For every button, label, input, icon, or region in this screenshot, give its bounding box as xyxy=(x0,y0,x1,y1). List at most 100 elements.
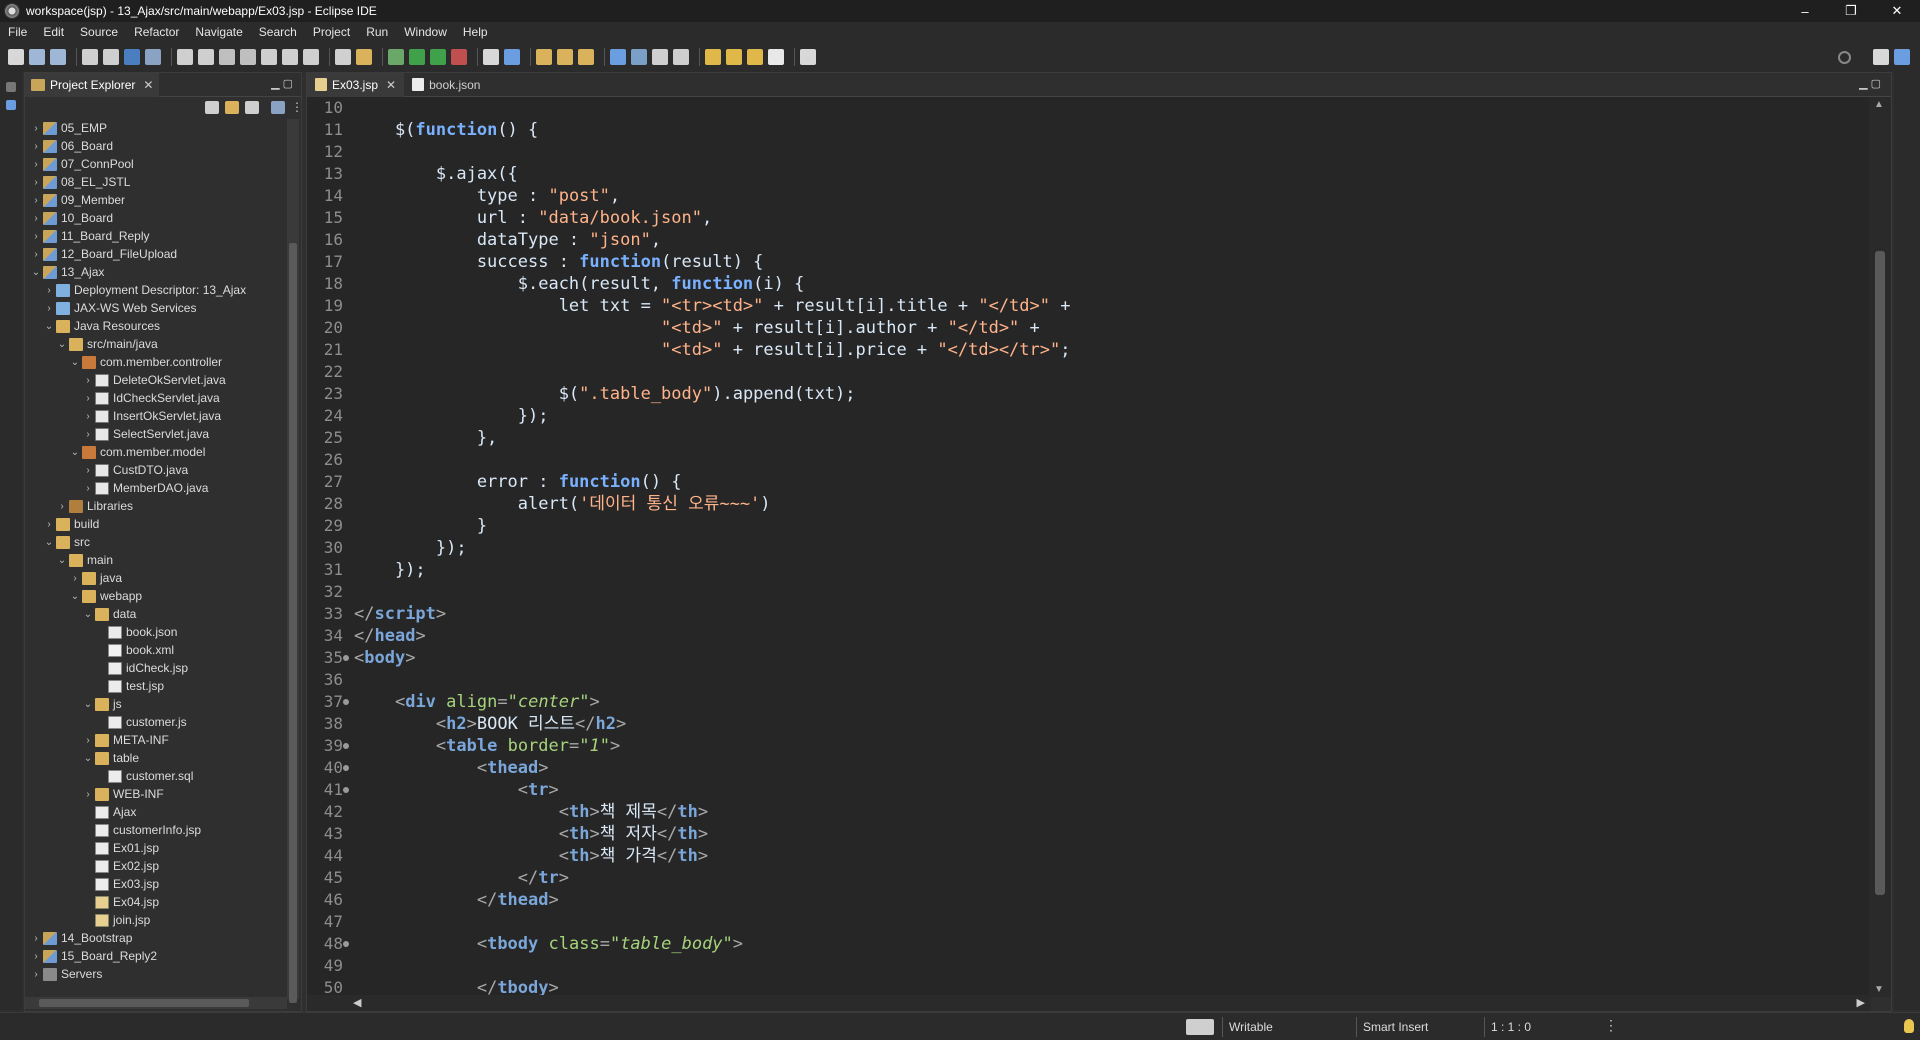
tree-item[interactable]: › 08_EL_JSTL xyxy=(25,173,287,191)
status-more-icon[interactable]: ⋮ xyxy=(1604,1017,1618,1034)
tree-item[interactable]: Ex03.jsp xyxy=(25,875,287,893)
code-line[interactable]: 37 <div align="center"> xyxy=(307,691,1869,713)
back-icon[interactable] xyxy=(747,49,763,65)
menu-project[interactable]: Project xyxy=(305,25,358,39)
java-ee-perspective-icon[interactable] xyxy=(1894,49,1910,65)
tree-item[interactable]: › JAX-WS Web Services xyxy=(25,299,287,317)
expand-arrow-icon[interactable]: › xyxy=(81,411,95,422)
code-line[interactable]: 18 $.each(result, function(i) { xyxy=(307,273,1869,295)
expand-arrow-icon[interactable]: › xyxy=(29,951,43,962)
view-menu-icon[interactable]: ⋮ xyxy=(291,101,303,114)
code-line[interactable]: 22 xyxy=(307,361,1869,383)
close-view-icon[interactable]: ✕ xyxy=(143,78,153,92)
code-line[interactable]: 41 <tr> xyxy=(307,779,1869,801)
redo-icon[interactable] xyxy=(103,49,119,65)
tree-item[interactable]: ⌄ webapp xyxy=(25,587,287,605)
tree-item[interactable]: ⌄ main xyxy=(25,551,287,569)
code-editor[interactable]: 10 11 $(function() {12 13 $.ajax({14 type … xyxy=(307,97,1869,997)
tree-item[interactable]: › java xyxy=(25,569,287,587)
code-line[interactable]: 14 type : "post", xyxy=(307,185,1869,207)
open-console-icon[interactable] xyxy=(800,49,816,65)
collapse-arrow-icon[interactable]: ⌄ xyxy=(55,339,69,350)
tree-item[interactable]: book.xml xyxy=(25,641,287,659)
tree-item[interactable]: › 05_EMP xyxy=(25,119,287,137)
minimize-maximize-icon[interactable]: ▁ ▢ xyxy=(1859,77,1881,90)
expand-arrow-icon[interactable]: › xyxy=(29,159,43,170)
editor-horizontal-scrollbar[interactable]: ◀ ▶ xyxy=(307,995,1871,1011)
tree-item[interactable]: › 09_Member xyxy=(25,191,287,209)
resume-icon[interactable] xyxy=(177,49,193,65)
open-perspective-icon[interactable] xyxy=(335,49,351,65)
collapse-arrow-icon[interactable]: ⌄ xyxy=(42,537,56,548)
tab-ex03-jsp[interactable]: Ex03.jsp ✕ xyxy=(307,72,405,97)
tree-item[interactable]: Ex01.jsp xyxy=(25,839,287,857)
close-window-button[interactable]: ✕ xyxy=(1874,0,1920,22)
expand-arrow-icon[interactable]: › xyxy=(29,123,43,134)
menu-navigate[interactable]: Navigate xyxy=(187,25,250,39)
coverage-icon[interactable] xyxy=(388,49,404,65)
code-line[interactable]: 35 <body> xyxy=(307,647,1869,669)
tree-item[interactable]: › Libraries xyxy=(25,497,287,515)
expand-arrow-icon[interactable]: › xyxy=(42,303,56,314)
code-line[interactable]: 42 <th>책 제목</th> xyxy=(307,801,1869,823)
code-line[interactable]: 31 }); xyxy=(307,559,1869,581)
expand-arrow-icon[interactable]: › xyxy=(68,573,82,584)
external-tools-icon[interactable] xyxy=(451,49,467,65)
suspend-icon[interactable] xyxy=(198,49,214,65)
fold-marker-icon[interactable] xyxy=(343,655,349,661)
collapse-arrow-icon[interactable]: ⌄ xyxy=(68,591,82,602)
expand-arrow-icon[interactable]: › xyxy=(42,519,56,530)
fold-marker-icon[interactable] xyxy=(343,765,349,771)
search-files-icon[interactable] xyxy=(578,49,594,65)
code-line[interactable]: 25 }, xyxy=(307,427,1869,449)
new-icon[interactable] xyxy=(8,49,24,65)
expand-arrow-icon[interactable]: › xyxy=(81,375,95,386)
tree-item[interactable]: test.jsp xyxy=(25,677,287,695)
expand-arrow-icon[interactable]: › xyxy=(29,195,43,206)
menu-window[interactable]: Window xyxy=(396,25,455,39)
editor-vertical-scrollbar[interactable]: ▲ ▼ xyxy=(1869,97,1891,997)
scroll-right-icon[interactable]: ▶ xyxy=(1857,996,1865,1009)
code-line[interactable]: 21 "<td>" + result[i].price + "</td></tr… xyxy=(307,339,1869,361)
code-line[interactable]: 32 xyxy=(307,581,1869,603)
open-perspective-list-icon[interactable] xyxy=(1873,49,1889,65)
step-return-icon[interactable] xyxy=(303,49,319,65)
next-annotation-icon[interactable] xyxy=(673,49,689,65)
project-explorer-vertical-scrollbar[interactable] xyxy=(287,119,299,1003)
debug-icon[interactable] xyxy=(430,49,446,65)
tree-item[interactable]: Ajax xyxy=(25,803,287,821)
tree-item[interactable]: › Deployment Descriptor: 13_Ajax xyxy=(25,281,287,299)
tree-item[interactable]: › InsertOkServlet.java xyxy=(25,407,287,425)
tree-item[interactable]: › CustDTO.java xyxy=(25,461,287,479)
skip-breakpoints-icon[interactable] xyxy=(145,49,161,65)
tree-item[interactable]: idCheck.jsp xyxy=(25,659,287,677)
pin-editor-icon[interactable] xyxy=(652,49,668,65)
code-line[interactable]: 10 xyxy=(307,97,1869,119)
status-insert-mode[interactable]: Smart Insert xyxy=(1356,1017,1480,1037)
expand-arrow-icon[interactable]: › xyxy=(29,249,43,260)
expand-arrow-icon[interactable]: › xyxy=(81,429,95,440)
expand-arrow-icon[interactable]: › xyxy=(42,285,56,296)
code-line[interactable]: 30 }); xyxy=(307,537,1869,559)
expand-arrow-icon[interactable]: › xyxy=(29,141,43,152)
tree-item[interactable]: customerInfo.jsp xyxy=(25,821,287,839)
collapse-arrow-icon[interactable]: ⌄ xyxy=(42,321,56,332)
step-over-icon[interactable] xyxy=(282,49,298,65)
fold-marker-icon[interactable] xyxy=(343,699,349,705)
tree-item[interactable]: › build xyxy=(25,515,287,533)
tree-item[interactable]: › META-INF xyxy=(25,731,287,749)
restore-view-icon[interactable] xyxy=(6,82,16,92)
expand-arrow-icon[interactable]: › xyxy=(29,969,43,980)
open-web-browser-icon[interactable] xyxy=(610,49,626,65)
code-line[interactable]: 23 $(".table_body").append(txt); xyxy=(307,383,1869,405)
collapse-arrow-icon[interactable]: ⌄ xyxy=(68,447,82,458)
tree-item[interactable]: ⌄ Java Resources xyxy=(25,317,287,335)
expand-arrow-icon[interactable]: › xyxy=(81,483,95,494)
code-line[interactable]: 50 </tbody> xyxy=(307,977,1869,997)
menu-refactor[interactable]: Refactor xyxy=(126,25,187,39)
tree-item[interactable]: customer.js xyxy=(25,713,287,731)
scrollbar-thumb[interactable] xyxy=(289,243,297,1003)
save-all-icon[interactable] xyxy=(50,49,66,65)
code-line[interactable]: 38 <h2>BOOK 리스트</h2> xyxy=(307,713,1869,735)
expand-arrow-icon[interactable]: › xyxy=(81,465,95,476)
